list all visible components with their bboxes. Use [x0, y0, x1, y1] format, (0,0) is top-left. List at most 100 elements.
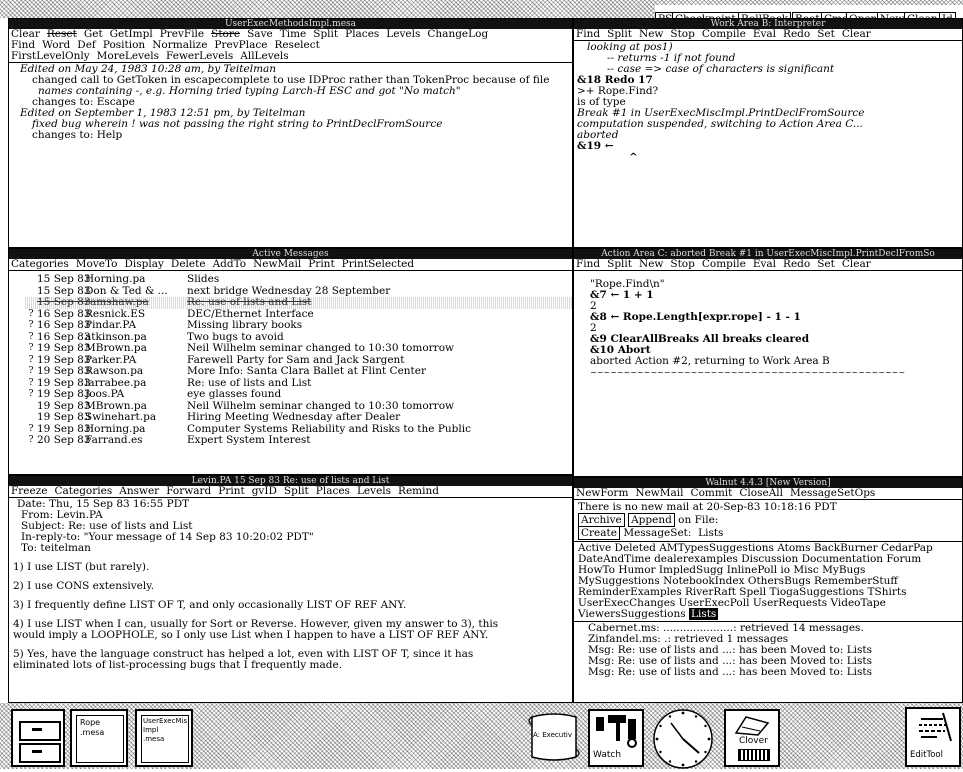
menu-print[interactable]: Print — [218, 486, 244, 497]
menu-save[interactable]: Save — [247, 29, 273, 40]
menu-def[interactable]: Def — [77, 40, 96, 51]
menu-split[interactable]: Split — [607, 29, 632, 40]
clock-icon[interactable] — [651, 707, 715, 769]
table-row[interactable]: ? 19 Sep 83 Joos.PA eye glasses found — [25, 388, 572, 401]
table-row-selected[interactable]: 15 Sep 83 ramshaw.pa Re: use of lists and … — [25, 296, 572, 309]
userexec-mesa-document-icon[interactable]: UserExecMis Impl .mesa — [135, 709, 193, 767]
menu-time[interactable]: Time — [280, 29, 307, 40]
msgset-viewerssuggestions[interactable]: ViewersSuggestions — [578, 608, 686, 620]
menu-compile[interactable]: Compile — [702, 29, 746, 40]
menu-eval[interactable]: Eval — [753, 29, 776, 40]
table-row[interactable]: ? 16 Sep 83 Pindar.PA Missing library books — [25, 319, 572, 332]
clover-icon[interactable]: Clover — [724, 709, 780, 767]
menu-categories[interactable]: Categories — [11, 259, 69, 270]
document-text[interactable]: Edited on May 24, 1983 10:28 am, by Teit… — [9, 63, 572, 142]
menu-firstlevelonly[interactable]: FirstLevelOnly — [11, 51, 90, 62]
menu-find[interactable]: Find — [576, 29, 600, 40]
menu-split[interactable]: Split — [284, 486, 309, 497]
menu-new[interactable]: New — [639, 259, 663, 270]
menu-word[interactable]: Word — [42, 40, 70, 51]
messageset-field[interactable]: Lists — [698, 527, 723, 539]
executive-scroll-icon[interactable]: A: Executiv — [524, 711, 584, 765]
window-title[interactable]: UserExecMethodsImpl.mesa — [9, 19, 572, 29]
menu-addto[interactable]: AddTo — [213, 259, 247, 270]
menu-remind[interactable]: Remind — [398, 486, 439, 497]
window-title[interactable]: Levin.PA 15 Sep 83 Re: use of lists and … — [9, 476, 572, 486]
menu-levels[interactable]: Levels — [357, 486, 391, 497]
file-drawer-icon[interactable] — [11, 709, 65, 767]
menu-find[interactable]: Find — [11, 40, 35, 51]
menu-printselected[interactable]: PrintSelected — [342, 259, 414, 270]
menu-places[interactable]: Places — [345, 29, 379, 40]
table-row[interactable]: ? 19 Sep 83 larrabee.pa Re: use of lists an… — [25, 377, 572, 390]
msgset-forum[interactable]: Forum — [886, 553, 921, 565]
menu-getimpl[interactable]: GetImpl — [110, 29, 153, 40]
menu-newmail[interactable]: NewMail — [635, 488, 683, 499]
menu-print[interactable]: Print — [308, 259, 334, 270]
menu-split[interactable]: Split — [607, 259, 632, 270]
create-button[interactable]: Create — [578, 526, 620, 540]
menu-split[interactable]: Split — [313, 29, 338, 40]
menu-forward[interactable]: Forward — [166, 486, 211, 497]
menu-reselect[interactable]: Reselect — [274, 40, 319, 51]
menu-position[interactable]: Position — [103, 40, 145, 51]
menu-answer[interactable]: Answer — [119, 486, 159, 497]
menu-delete[interactable]: Delete — [171, 259, 206, 270]
window-title[interactable]: Walnut 4.4.3 [New Version] — [574, 478, 962, 488]
window-title[interactable]: Active Messages — [9, 249, 572, 259]
menu-messagesetops[interactable]: MessageSetOps — [790, 488, 875, 499]
menu-gvid[interactable]: gvID — [252, 486, 277, 497]
menu-clear[interactable]: Clear — [11, 29, 40, 40]
menu-newform[interactable]: NewForm — [576, 488, 628, 499]
menu-categories[interactable]: Categories — [54, 486, 112, 497]
menu-newmail[interactable]: NewMail — [253, 259, 301, 270]
menu-new[interactable]: New — [639, 29, 663, 40]
menu-levels[interactable]: Levels — [386, 29, 420, 40]
menu-clear[interactable]: Clear — [842, 259, 871, 270]
menu-clear[interactable]: Clear — [842, 29, 871, 40]
menu-normalize[interactable]: Normalize — [152, 40, 207, 51]
menu-stop[interactable]: Stop — [670, 259, 694, 270]
menu-get[interactable]: Get — [84, 29, 103, 40]
menu-redo[interactable]: Redo — [783, 29, 810, 40]
menu-stop[interactable]: Stop — [670, 29, 694, 40]
menu-compile[interactable]: Compile — [702, 259, 746, 270]
window-title[interactable]: Work Area B: Interpreter — [574, 19, 962, 29]
menu-freeze[interactable]: Freeze — [11, 486, 47, 497]
menu-changelog[interactable]: ChangeLog — [427, 29, 488, 40]
msgset-videotape[interactable]: VideoTape — [830, 597, 885, 609]
menu-display[interactable]: Display — [124, 259, 163, 270]
table-row[interactable]: 19 Sep 83 Swinehart.pa Hiring Meeting Wedn… — [25, 411, 572, 424]
archive-button[interactable]: Archive — [578, 513, 625, 527]
menu-morelevels[interactable]: MoreLevels — [97, 51, 159, 62]
msgset-lists-selected[interactable]: Lists — [688, 608, 719, 620]
table-row[interactable]: ? 20 Sep 83 Farrand.es Expert System Intere… — [25, 434, 572, 447]
menu-commit[interactable]: Commit — [691, 488, 733, 499]
menu-redo[interactable]: Redo — [783, 259, 810, 270]
menu-prevfile[interactable]: PrevFile — [160, 29, 204, 40]
action-area-text[interactable]: "Rope.Find\n" &7 ← 1 + 1 2 &8 ← Rope.Len… — [574, 271, 962, 379]
table-row[interactable]: ? 19 Sep 83 Rawson.pa More Info: Santa Clar… — [25, 365, 572, 378]
msgset-userrequests[interactable]: UserRequests — [753, 597, 827, 609]
menu-set[interactable]: Set — [817, 29, 835, 40]
menu-closeall[interactable]: CloseAll — [739, 488, 783, 499]
menu-store[interactable]: Store — [211, 29, 240, 40]
menu-reset[interactable]: Reset — [47, 29, 77, 40]
menu-alllevels[interactable]: AllLevels — [240, 51, 288, 62]
menu-set[interactable]: Set — [817, 259, 835, 270]
edittool-icon[interactable]: EditTool — [905, 707, 961, 767]
interpreter-text[interactable]: looking at pos1) -- returns -1 if not fo… — [574, 41, 962, 164]
table-row[interactable]: ? 19 Sep 83 MBrown.pa Neil Wilhelm seminar … — [25, 342, 572, 355]
menu-prevplace[interactable]: PrevPlace — [214, 40, 267, 51]
append-button[interactable]: Append — [628, 513, 675, 527]
menu-moveto[interactable]: MoveTo — [76, 259, 118, 270]
menu-eval[interactable]: Eval — [753, 259, 776, 270]
menu-places[interactable]: Places — [316, 486, 350, 497]
rope-mesa-document-icon[interactable]: Rope .mesa — [70, 709, 128, 767]
message-body[interactable]: Date: Thu, 15 Sep 83 16:55 PDT From: Lev… — [9, 498, 572, 672]
table-row[interactable]: 15 Sep 83 Horning.pa Slides — [25, 273, 572, 286]
window-title[interactable]: Action Area C: aborted Break #1 in UserE… — [574, 249, 962, 259]
watch-tool-icon[interactable]: Watch — [588, 709, 644, 767]
menu-find[interactable]: Find — [576, 259, 600, 270]
menu-fewerlevels[interactable]: FewerLevels — [166, 51, 233, 62]
